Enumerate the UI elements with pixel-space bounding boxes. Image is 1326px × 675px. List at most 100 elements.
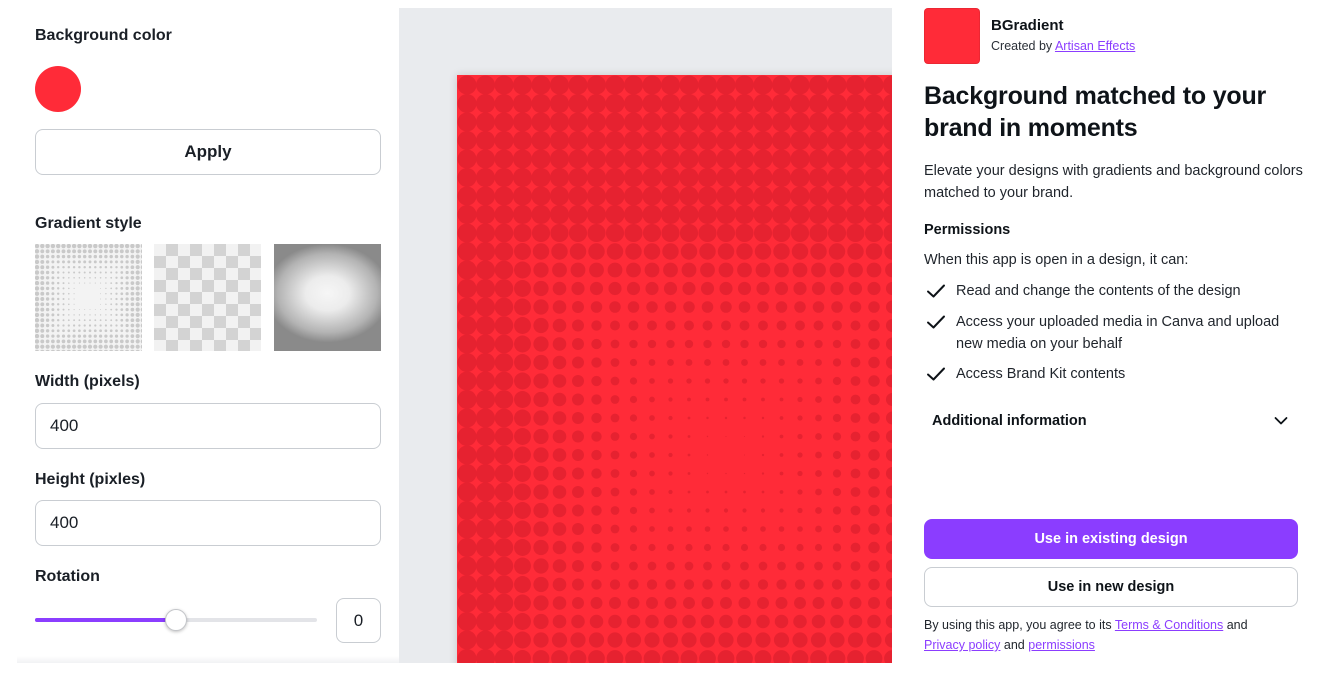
background-color-swatch[interactable] — [35, 66, 81, 112]
halftone-dot — [815, 359, 822, 366]
halftone-dot — [533, 484, 549, 500]
halftone-dot — [514, 502, 531, 519]
halftone-dot — [832, 432, 842, 441]
halftone-dot — [457, 186, 477, 206]
height-input[interactable] — [35, 500, 381, 546]
halftone-dot — [89, 314, 91, 316]
halftone-dot — [35, 275, 40, 281]
rotation-slider-thumb[interactable] — [165, 609, 187, 631]
gradient-style-radial[interactable] — [274, 244, 381, 351]
design-page[interactable] — [457, 75, 892, 663]
halftone-dot — [114, 349, 119, 351]
permissions-title: Permissions — [924, 222, 1011, 238]
halftone-dot — [476, 556, 495, 576]
halftone-dot — [812, 597, 825, 609]
halftone-dot — [552, 374, 567, 388]
halftone-dot — [140, 281, 142, 286]
halftone-dot — [109, 260, 113, 264]
halftone-dot — [494, 538, 514, 557]
apply-button[interactable]: Apply — [35, 129, 381, 175]
halftone-dot — [848, 281, 863, 296]
permissions-link[interactable]: permissions — [1028, 638, 1095, 652]
gradient-style-checkerboard[interactable] — [154, 244, 261, 351]
halftone-dot — [661, 223, 680, 243]
halftone-dot — [680, 650, 698, 663]
permissions-intro: When this app is open in a design, it ca… — [924, 252, 1189, 268]
halftone-dot — [552, 577, 567, 592]
halftone-dot — [588, 650, 605, 663]
rotation-input[interactable] — [336, 598, 381, 643]
design-canvas[interactable] — [399, 8, 892, 663]
halftone-dot — [476, 630, 495, 650]
halftone-dot — [73, 277, 75, 279]
halftone-dot — [867, 614, 881, 629]
halftone-dot — [51, 302, 55, 306]
halftone-dot — [135, 281, 140, 286]
halftone-dot — [775, 301, 788, 313]
halftone-dot — [884, 243, 892, 260]
gradient-style-halftone[interactable] — [35, 244, 142, 351]
halftone-dot — [130, 334, 135, 338]
halftone-dot — [494, 149, 514, 169]
halftone-dot — [94, 282, 96, 284]
halftone-dot — [125, 318, 129, 322]
halftone-dot — [815, 377, 822, 385]
halftone-dot — [531, 205, 551, 224]
halftone-dot — [681, 632, 697, 648]
halftone-dot — [130, 244, 135, 249]
rotation-slider[interactable] — [35, 604, 317, 636]
halftone-dot — [552, 522, 567, 536]
use-in-existing-design-button[interactable]: Use in existing design — [924, 519, 1298, 559]
halftone-dot — [591, 449, 602, 461]
halftone-dot — [40, 275, 45, 280]
halftone-dot — [703, 543, 712, 552]
halftone-dot — [716, 112, 736, 132]
use-in-new-design-button[interactable]: Use in new design — [924, 567, 1298, 607]
halftone-dot — [642, 223, 662, 243]
width-input[interactable] — [35, 403, 381, 449]
halftone-dot — [51, 339, 55, 344]
halftone-dot — [645, 614, 659, 629]
halftone-dot — [628, 320, 639, 331]
check-icon — [927, 284, 945, 298]
halftone-dot — [572, 449, 584, 461]
halftone-dot — [642, 186, 662, 206]
halftone-dot — [476, 427, 495, 446]
halftone-dot — [796, 359, 804, 366]
creator-link[interactable]: Artisan Effects — [1055, 39, 1135, 53]
halftone-dot — [35, 249, 40, 254]
halftone-dot — [646, 579, 658, 590]
halftone-dot — [686, 526, 692, 532]
halftone-dot — [104, 254, 108, 259]
halftone-dot — [476, 94, 495, 113]
halftone-dot — [50, 249, 55, 254]
halftone-dot — [624, 94, 643, 113]
halftone-dot — [717, 243, 735, 260]
additional-information-toggle[interactable]: Additional information — [924, 404, 1298, 440]
halftone-dot — [629, 561, 638, 571]
halftone-dot — [779, 453, 784, 457]
terms-link[interactable]: Terms & Conditions — [1115, 618, 1223, 632]
halftone-dot — [629, 543, 638, 552]
halftone-dot — [100, 298, 102, 300]
halftone-dot — [98, 334, 103, 338]
privacy-policy-link[interactable]: Privacy policy — [924, 638, 1000, 652]
halftone-dot — [572, 578, 584, 591]
halftone-dot — [514, 483, 531, 501]
halftone-dot — [792, 632, 808, 648]
halftone-dot — [568, 131, 588, 150]
halftone-dot — [140, 328, 142, 333]
halftone-dot — [494, 501, 514, 520]
halftone-dot — [135, 296, 140, 302]
halftone-dot — [120, 260, 124, 264]
halftone-dot — [827, 112, 847, 132]
halftone-dot — [627, 301, 640, 313]
halftone-dot — [761, 472, 765, 475]
halftone-dot — [56, 308, 60, 311]
halftone-dot — [35, 259, 40, 265]
halftone-dot — [850, 339, 861, 349]
halftone-dot — [552, 355, 567, 370]
halftone-dot — [868, 560, 880, 572]
halftone-dot — [67, 254, 71, 259]
halftone-dot — [514, 613, 531, 630]
